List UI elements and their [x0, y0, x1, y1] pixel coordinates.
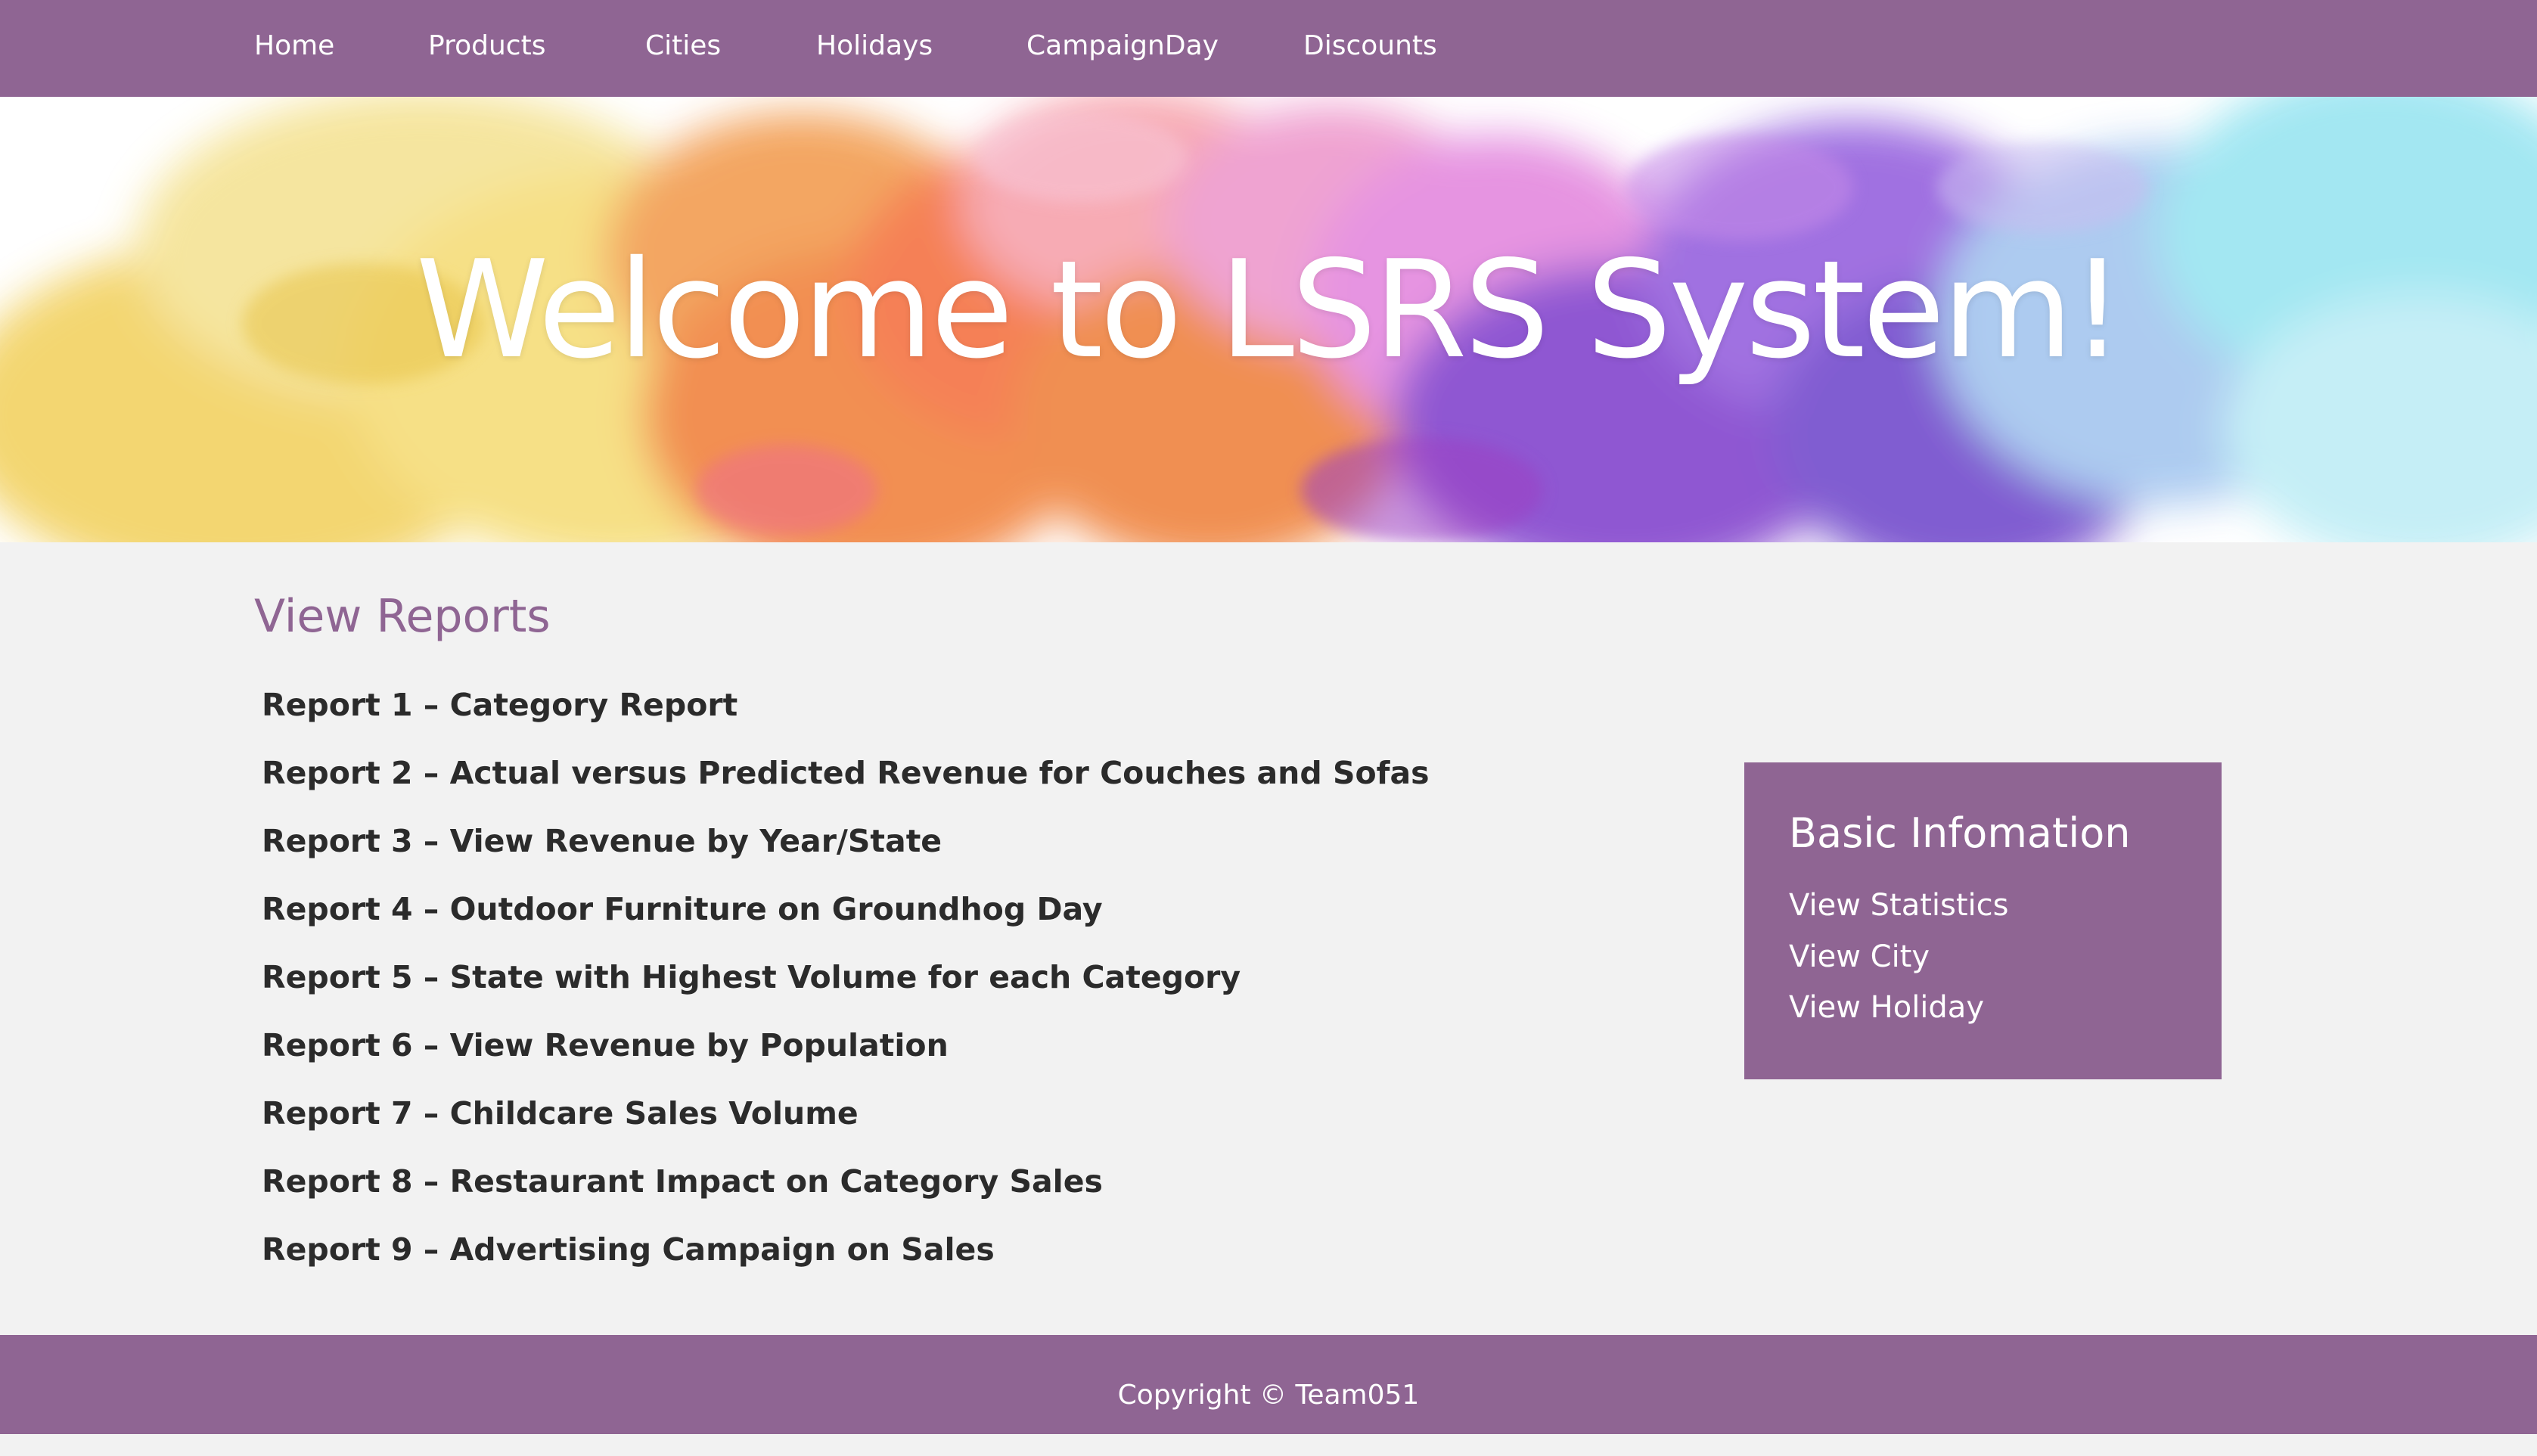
nav-item-campaignday[interactable]: CampaignDay — [1026, 0, 1219, 92]
copyright-text: Copyright © Team051 — [1117, 1380, 1420, 1411]
view-holiday-link[interactable]: View Holiday — [1789, 985, 1984, 1030]
report-link-7[interactable]: Report 7 – Childcare Sales Volume — [262, 1087, 859, 1140]
basic-information-box: Basic Infomation View Statistics View Ci… — [1744, 762, 2222, 1079]
nav-item-home[interactable]: Home — [254, 0, 334, 92]
nav-item-holidays[interactable]: Holidays — [816, 0, 933, 92]
report-link-2[interactable]: Report 2 – Actual versus Predicted Reven… — [262, 747, 1430, 799]
report-link-6[interactable]: Report 6 – View Revenue by Population — [262, 1019, 949, 1072]
hero-banner: Welcome to LSRS System! — [0, 97, 2537, 542]
view-statistics-link[interactable]: View Statistics — [1789, 883, 2009, 928]
nav-item-products[interactable]: Products — [428, 0, 545, 92]
report-link-5[interactable]: Report 5 – State with Highest Volume for… — [262, 951, 1241, 1004]
report-link-9[interactable]: Report 9 – Advertising Campaign on Sales — [262, 1223, 995, 1276]
view-city-link[interactable]: View City — [1789, 934, 1930, 979]
report-link-1[interactable]: Report 1 – Category Report — [262, 678, 738, 731]
report-link-3[interactable]: Report 3 – View Revenue by Year/State — [262, 815, 942, 868]
hero-title: Welcome to LSRS System! — [415, 231, 2125, 388]
nav-item-discounts[interactable]: Discounts — [1303, 0, 1437, 92]
top-nav: Home Products Cities Holidays CampaignDa… — [0, 0, 2537, 97]
report-link-8[interactable]: Report 8 – Restaurant Impact on Category… — [262, 1155, 1103, 1208]
basic-information-title: Basic Infomation — [1789, 809, 2131, 857]
nav-item-cities[interactable]: Cities — [645, 0, 721, 92]
view-reports-heading: View Reports — [254, 590, 551, 643]
footer: Copyright © Team051 — [0, 1335, 2537, 1434]
report-link-4[interactable]: Report 4 – Outdoor Furniture on Groundho… — [262, 883, 1103, 936]
